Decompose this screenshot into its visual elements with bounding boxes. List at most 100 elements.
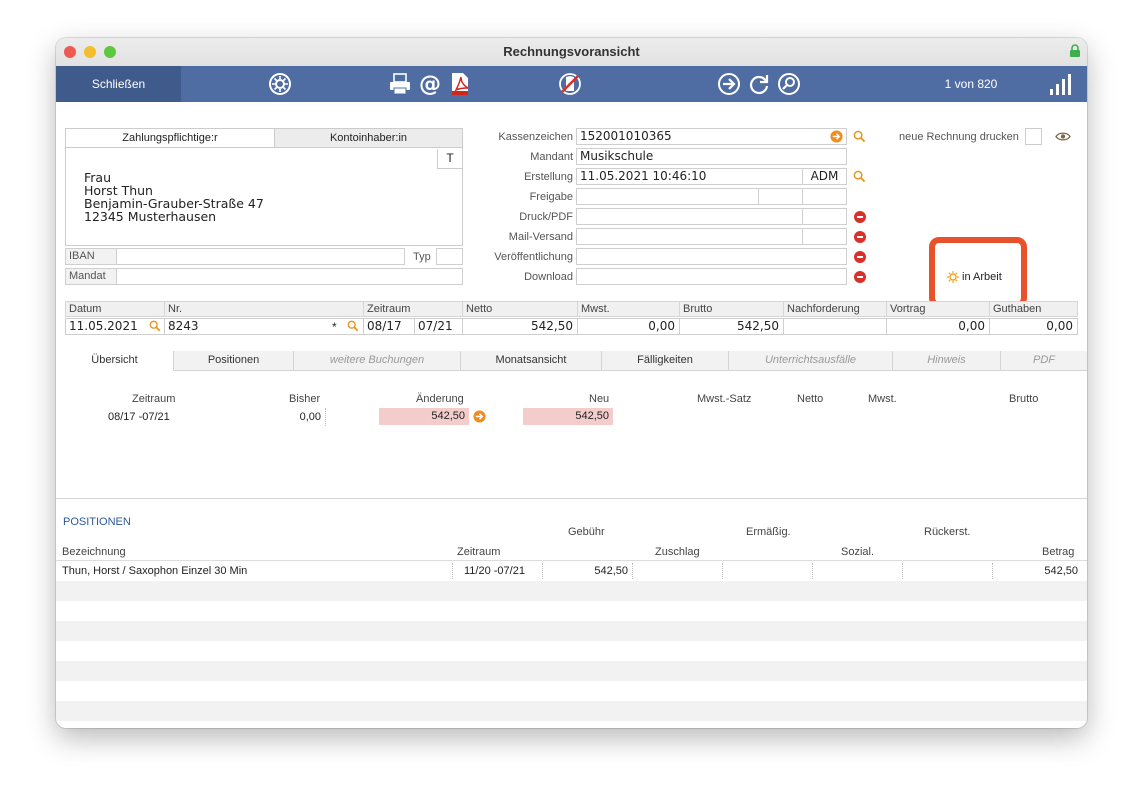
druck-user-field[interactable] (802, 208, 847, 225)
download-label: Download (524, 271, 573, 283)
nr-flag: * (332, 320, 337, 334)
overview-neu: 542,50 (523, 408, 613, 425)
tab-pdf[interactable]: PDF (1001, 351, 1087, 371)
toolbar: Schließen @ 1 von 820 (56, 66, 1087, 102)
download-field[interactable] (576, 268, 847, 285)
column-divider (632, 563, 633, 579)
empty-row (56, 581, 1087, 601)
remove-icon[interactable] (854, 211, 866, 223)
search-icon[interactable] (347, 320, 359, 332)
erstellung-field[interactable]: 11.05.2021 10:46:10 (576, 168, 803, 185)
remove-icon[interactable] (854, 251, 866, 263)
col-header-nr: Nr. (164, 301, 364, 317)
positions-header-betrag: Betrag (1042, 546, 1075, 558)
remove-icon[interactable] (854, 271, 866, 283)
tab-positionen[interactable]: Positionen (174, 351, 294, 371)
brutto-field[interactable]: 542,50 (679, 318, 784, 335)
iban-label: IBAN (65, 248, 117, 265)
mail-user-field[interactable] (802, 228, 847, 245)
overview-header-neu: Neu (589, 393, 610, 405)
column-divider (325, 408, 326, 426)
title-bar: Rechnungsvoransicht (56, 38, 1087, 67)
kassenzeichen-field[interactable]: 152001010365 (576, 128, 847, 145)
position-bezeichnung: Thun, Horst / Saxophon Einzel 30 Min (62, 565, 248, 577)
mandat-field[interactable] (116, 268, 463, 285)
typ-label: Typ (413, 251, 431, 263)
address-text[interactable]: Frau Horst Thun Benjamin-Grauber-Straße … (84, 171, 264, 223)
refresh-icon[interactable] (747, 72, 771, 96)
positions-header-sozial: Sozial. (841, 546, 875, 558)
tab-monatsansicht[interactable]: Monatsansicht (461, 351, 602, 371)
zeitraum-from-field[interactable]: 08/17 (363, 318, 415, 335)
positions-title: POSITIONEN (63, 516, 131, 528)
tab-unterrichtsausfaelle[interactable]: Unterrichtsausfälle (729, 351, 893, 371)
veroeffentlichung-label: Veröffentlichung (494, 251, 573, 263)
gear-icon[interactable] (268, 72, 292, 96)
table-row[interactable]: Thun, Horst / Saxophon Einzel 30 Min 11/… (56, 561, 1087, 581)
iban-field[interactable] (116, 248, 405, 265)
print-new-invoice-checkbox[interactable] (1025, 128, 1042, 145)
cancel-icon[interactable] (558, 72, 582, 96)
tab-faelligkeiten[interactable]: Fälligkeiten (602, 351, 729, 371)
overview-aenderung: 542,50 (379, 408, 469, 425)
status-text: in Arbeit (962, 271, 1002, 283)
vortrag-field[interactable]: 0,00 (886, 318, 990, 335)
positions-header-zuschlag: Zuschlag (655, 546, 700, 558)
overview-header-brutto: Brutto (1009, 393, 1039, 405)
empty-row (56, 701, 1087, 721)
column-divider (902, 563, 903, 579)
record-counter: 1 von 820 (944, 77, 998, 91)
arrow-right-icon[interactable] (830, 130, 843, 143)
erstellung-user-field[interactable]: ADM (802, 168, 847, 185)
veroeffentlichung-field[interactable] (576, 248, 847, 265)
email-icon[interactable]: @ (418, 72, 442, 96)
netto-field[interactable]: 542,50 (462, 318, 578, 335)
druck-label: Druck/PDF (519, 211, 573, 223)
freigabe-time-field[interactable] (758, 188, 803, 205)
printer-icon[interactable] (388, 72, 412, 96)
freigabe-user-field[interactable] (802, 188, 847, 205)
nachforderung-field[interactable] (783, 318, 887, 335)
tab-uebersicht[interactable]: Übersicht (56, 351, 174, 371)
overview-header-mwst: Mwst. (868, 393, 897, 405)
arrow-right-icon[interactable] (473, 410, 486, 423)
search-icon[interactable] (853, 130, 866, 143)
search-icon[interactable] (149, 320, 161, 332)
tab-account-holder[interactable]: Kontoinhaber:in (275, 129, 462, 148)
position-zeitraum: 11/20 -07/21 (464, 565, 525, 577)
svg-text:@: @ (419, 72, 441, 96)
col-header-vortrag: Vortrag (886, 301, 990, 317)
search-icon[interactable] (777, 72, 801, 96)
column-divider (542, 563, 543, 579)
remove-icon[interactable] (854, 231, 866, 243)
column-divider (812, 563, 813, 579)
overview-zeitraum: 08/17 -07/21 (108, 411, 170, 423)
col-header-brutto: Brutto (679, 301, 784, 317)
signal-icon[interactable] (1048, 72, 1072, 96)
positions-header-rueckerst: Rückerst. (924, 526, 971, 538)
next-icon[interactable] (717, 72, 741, 96)
overview-header-aenderung: Änderung (416, 393, 464, 405)
overview-header-netto: Netto (797, 393, 824, 405)
eye-icon[interactable] (1055, 131, 1071, 142)
col-header-datum: Datum (65, 301, 165, 317)
col-header-nachforderung: Nachforderung (783, 301, 887, 317)
sun-status-icon (947, 271, 959, 283)
positions-header-gebuehr: Gebühr (568, 526, 605, 538)
guthaben-field[interactable]: 0,00 (989, 318, 1078, 335)
close-button[interactable]: Schließen (56, 66, 181, 102)
zeitraum-to-field[interactable]: 07/21 (414, 318, 464, 335)
search-icon[interactable] (853, 170, 866, 183)
tab-weitere-buchungen[interactable]: weitere Buchungen (294, 351, 461, 371)
druck-field[interactable] (576, 208, 803, 225)
mwst-field[interactable]: 0,00 (577, 318, 680, 335)
freigabe-field[interactable] (576, 188, 759, 205)
pdf-icon[interactable] (448, 72, 472, 96)
print-new-invoice-label: neue Rechnung drucken (899, 131, 1019, 143)
mandant-field[interactable]: Musikschule (576, 148, 847, 165)
mail-field[interactable] (576, 228, 803, 245)
tab-payer[interactable]: Zahlungspflichtige:r (66, 129, 275, 148)
col-header-guthaben: Guthaben (989, 301, 1078, 317)
tab-hinweis[interactable]: Hinweis (893, 351, 1001, 371)
empty-row (56, 661, 1087, 681)
